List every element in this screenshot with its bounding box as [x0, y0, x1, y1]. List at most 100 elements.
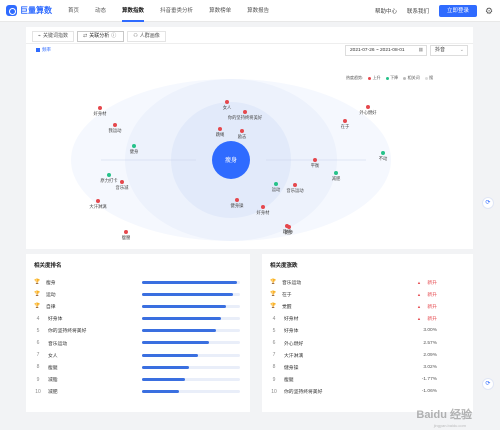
card-title: 相关度排名	[34, 263, 62, 269]
graph-node[interactable]	[113, 123, 117, 127]
rank-number: 10	[271, 388, 277, 395]
change-row[interactable]: 🏆 音乐运动 ▲ 新升	[270, 276, 465, 288]
ranking-row[interactable]: 🏆 运动	[34, 288, 242, 300]
change-row[interactable]: 8 健身操 3.02%	[270, 361, 465, 373]
keyword-name: 你的坚持终将美好	[284, 390, 323, 396]
graph-node[interactable]	[274, 182, 278, 186]
change-value: 3.02%	[423, 364, 437, 370]
watermark: Baidu 经验	[416, 409, 472, 421]
graph-node[interactable]	[243, 110, 247, 114]
change-value: 新升	[427, 317, 437, 323]
change-row[interactable]: 9 瘦腿 -1.77%	[270, 374, 465, 386]
graph-node[interactable]	[120, 180, 124, 184]
rank-number: 10	[35, 388, 41, 395]
graph-node-label: 励志	[238, 133, 247, 140]
logo[interactable]: 巨量算数	[6, 5, 52, 16]
ranking-row[interactable]: 7 女人	[34, 349, 242, 361]
nav-item-douyin-analysis[interactable]: 抖音垂类分析	[152, 0, 201, 22]
keyword-name: 女人	[48, 353, 58, 359]
relevance-bar-fill	[142, 304, 227, 308]
keyword-name: 瘦腿	[284, 378, 294, 384]
graph-node[interactable]	[381, 151, 385, 155]
graph-node[interactable]	[287, 225, 291, 229]
ranking-list: 🏆 瘦身 🏆 运动 🏆 自律 4 好身体 5 你的坚持终将美好 6 音乐运动 7 女人 8 瘦腿 9 减脂 10 减肥	[34, 276, 242, 398]
graph-node-label: 女人	[223, 104, 232, 111]
watermark-url: jingyan.baidu.com	[433, 423, 466, 428]
login-button[interactable]: 立即登录	[438, 5, 477, 17]
change-row[interactable]: 10 你的坚持终将美好 -1.06%	[270, 386, 465, 398]
ranking-row[interactable]: 10 减肥	[34, 386, 242, 398]
rank-number: 5	[36, 327, 40, 334]
card-title: 相关度涨跌	[270, 263, 298, 269]
keyword-name: 大汗淋漓	[284, 353, 304, 359]
change-value: 3.00%	[423, 328, 437, 334]
ranking-row[interactable]: 5 你的坚持终将美好	[34, 325, 242, 337]
ranking-row[interactable]: 4 好身体	[34, 313, 242, 325]
graph-node[interactable]	[235, 198, 239, 202]
change-row[interactable]: 6 外心燃好 2.57%	[270, 337, 465, 349]
ranking-row[interactable]: 8 瘦腿	[34, 361, 242, 373]
nav-item-report[interactable]: 算数报告	[239, 0, 277, 22]
rank-number: 9	[36, 376, 40, 383]
ranking-row[interactable]: 🏆 自律	[34, 300, 242, 312]
ranking-row[interactable]: 9 减脂	[34, 374, 242, 386]
refresh-float-button-2[interactable]: ⟳	[482, 378, 494, 390]
graph-node[interactable]	[293, 183, 297, 187]
change-row[interactable]: 4 好身材 ▲ 新升	[270, 313, 465, 325]
graph-node[interactable]	[240, 129, 244, 133]
nav-item-index[interactable]: 算数指数	[114, 0, 152, 22]
relevance-bar	[142, 304, 240, 308]
relevance-bar-fill	[142, 365, 190, 369]
graph-node-label: 跳绳	[216, 131, 225, 138]
relevance-bar-fill	[142, 317, 222, 321]
graph-node[interactable]	[132, 144, 136, 148]
graph-node[interactable]	[225, 100, 229, 104]
graph-node[interactable]	[261, 205, 265, 209]
graph-node-label: 我运动	[109, 127, 123, 134]
nav-item-dynamic[interactable]: 动态	[87, 0, 114, 22]
relevance-bar-fill	[142, 378, 186, 381]
graph-node-label: 在于	[341, 123, 350, 129]
trophy-icon: 🏆	[270, 303, 277, 310]
ranking-row[interactable]: 🏆 瘦身	[34, 276, 242, 288]
keyword-name: 外心燃好	[284, 341, 304, 347]
refresh-float-button[interactable]: ⟳	[482, 197, 494, 209]
change-row[interactable]: 🏆 觉醒 ▲ 新升	[270, 300, 465, 312]
graph-node[interactable]	[218, 127, 222, 131]
graph-node-label: 跑步	[285, 229, 294, 236]
relevance-bar-fill	[142, 292, 234, 296]
change-value: 2.09%	[423, 352, 437, 358]
relevance-bar-fill	[142, 329, 217, 333]
keyword-name: 好身体	[48, 317, 63, 323]
trophy-icon: 🏆	[270, 291, 277, 298]
contact-link[interactable]: 联系我们	[407, 7, 429, 15]
graph-node[interactable]	[107, 173, 111, 177]
graph-node-label: 健身操	[231, 202, 245, 209]
arrow-up-icon: ▲	[417, 291, 421, 297]
change-list: 🏆 音乐运动 ▲ 新升 🏆 在于 ▲ 新升 🏆 觉醒 ▲ 新升 4 好身材 ▲ 新升 5 好身体 3.00%…	[270, 276, 465, 398]
change-row[interactable]: 7 大汗淋漓 2.09%	[270, 349, 465, 361]
graph-node[interactable]	[124, 230, 128, 234]
graph-node[interactable]	[334, 171, 338, 175]
gear-icon[interactable]: ⚙	[485, 6, 494, 16]
graph-node[interactable]	[98, 106, 102, 110]
change-row[interactable]: 🏆 在于 ▲ 新升	[270, 288, 465, 300]
relevance-bar	[142, 365, 240, 369]
keyword-name: 自律	[46, 304, 56, 310]
change-value: 2.57%	[423, 340, 437, 346]
rank-number: 6	[36, 340, 40, 347]
ranking-row[interactable]: 6 音乐运动	[34, 337, 242, 349]
relevance-bar	[142, 390, 240, 394]
nav-item-ranking[interactable]: 算数榜单	[201, 0, 239, 22]
relevance-change-card: 相关度涨跌 🏆 音乐运动 ▲ 新升 🏆 在于 ▲ 新升 🏆 觉醒 ▲ 新升 4 好身材 ▲ 新升 5 好身…	[262, 254, 473, 412]
change-row[interactable]: 5 好身体 3.00%	[270, 325, 465, 337]
help-center-link[interactable]: 帮助中心	[375, 7, 397, 15]
nav-item-home[interactable]: 首页	[60, 0, 87, 22]
graph-node[interactable]	[313, 158, 317, 162]
graph-node[interactable]	[96, 199, 100, 203]
graph-node[interactable]	[366, 105, 370, 109]
keyword-name: 音乐运动	[282, 280, 302, 286]
graph-node[interactable]	[343, 119, 347, 123]
relevance-bar	[142, 280, 240, 284]
graph-node-label: 你的坚持终将美好	[228, 114, 263, 121]
